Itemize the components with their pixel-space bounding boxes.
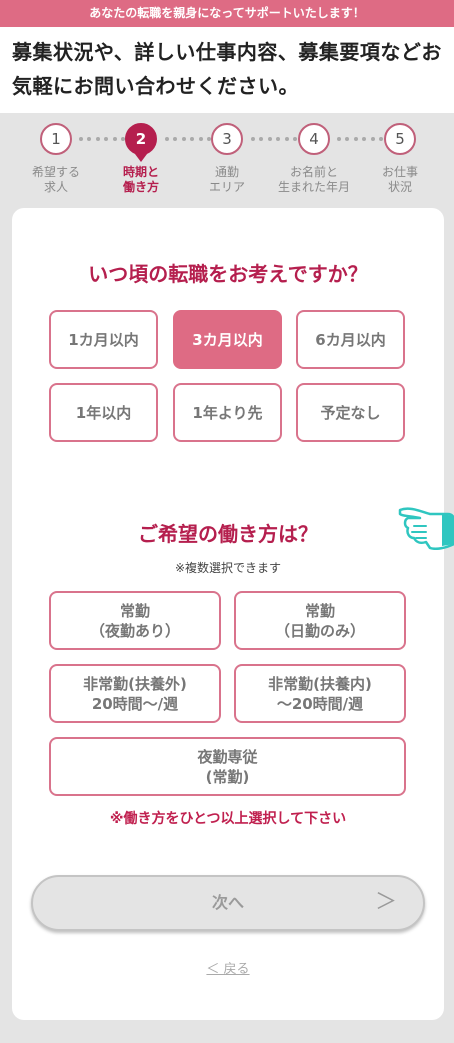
timing-option-over-1-year[interactable]: 1年より先	[173, 383, 282, 442]
step-1: 1 希望する 求人	[16, 123, 96, 195]
workstyle-option-fulltime-night[interactable]: 常勤 （夜勤あり）	[49, 591, 221, 650]
workstyle-question-title: ご希望の働き方は？	[138, 522, 318, 546]
step-3: 3 通勤 エリア	[187, 123, 267, 195]
step-1-label: 希望する 求人	[31, 165, 80, 194]
step-5: 5 お仕事 状況	[360, 123, 440, 195]
pointing-hand-icon	[398, 507, 454, 550]
step-3-number: 3	[211, 123, 243, 155]
step-5-number: 5	[384, 123, 416, 155]
workstyle-option-fulltime-day[interactable]: 常勤 （日勤のみ）	[234, 591, 406, 650]
timing-option-3-months[interactable]: 3カ月以内	[173, 310, 282, 369]
workstyle-option-parttime-under20[interactable]: 非常勤(扶養内) 〜20時間/週	[234, 664, 406, 723]
form-card: いつ頃の転職をお考えですか？ 1カ月以内 3カ月以内 6カ月以内 1年以内 1年…	[12, 208, 444, 1020]
next-button-label: 次へ	[211, 893, 244, 912]
multi-select-note: ※複数選択できます	[174, 561, 282, 575]
next-button[interactable]: 次へ ＞	[31, 875, 425, 931]
back-link[interactable]: ＜ 戻る	[12, 958, 444, 977]
step-3-label: 通勤 エリア	[208, 165, 245, 194]
step-1-number: 1	[40, 123, 72, 155]
step-2-label: 時期と 働き方	[122, 165, 159, 194]
workstyle-option-parttime-over20[interactable]: 非常勤(扶養外) 20時間〜/週	[49, 664, 221, 723]
timing-question-title: いつ頃の転職をお考えですか？	[88, 262, 368, 286]
step-4-label: お名前と 生まれた年月	[277, 165, 350, 194]
page-headline: 募集状況や、詳しい仕事内容、募集要項などお気軽にお問い合わせください。	[0, 27, 454, 113]
step-4-number: 4	[298, 123, 330, 155]
step-2: 2 時期と 働き方	[101, 123, 181, 195]
step-5-label: お仕事 状況	[381, 165, 418, 194]
workstyle-option-night-only[interactable]: 夜勤専従 (常勤)	[49, 737, 406, 796]
timing-option-6-months[interactable]: 6カ月以内	[296, 310, 405, 369]
top-banner: あなたの転職を親身になってサポートいたします！	[0, 0, 454, 27]
workstyle-error-message: ※働き方をひとつ以上選択して下さい	[109, 811, 347, 827]
progress-stepper: 1 希望する 求人 2 時期と 働き方 3 通勤 エリア 4 お名前と 生まれた…	[0, 113, 454, 209]
chevron-right-icon: ＞	[374, 890, 397, 915]
step-4: 4 お名前と 生まれた年月	[274, 123, 354, 195]
timing-option-1-year[interactable]: 1年以内	[49, 383, 158, 442]
timing-option-undecided[interactable]: 予定なし	[296, 383, 405, 442]
timing-option-1-month[interactable]: 1カ月以内	[49, 310, 158, 369]
step-2-number: 2	[125, 123, 157, 162]
